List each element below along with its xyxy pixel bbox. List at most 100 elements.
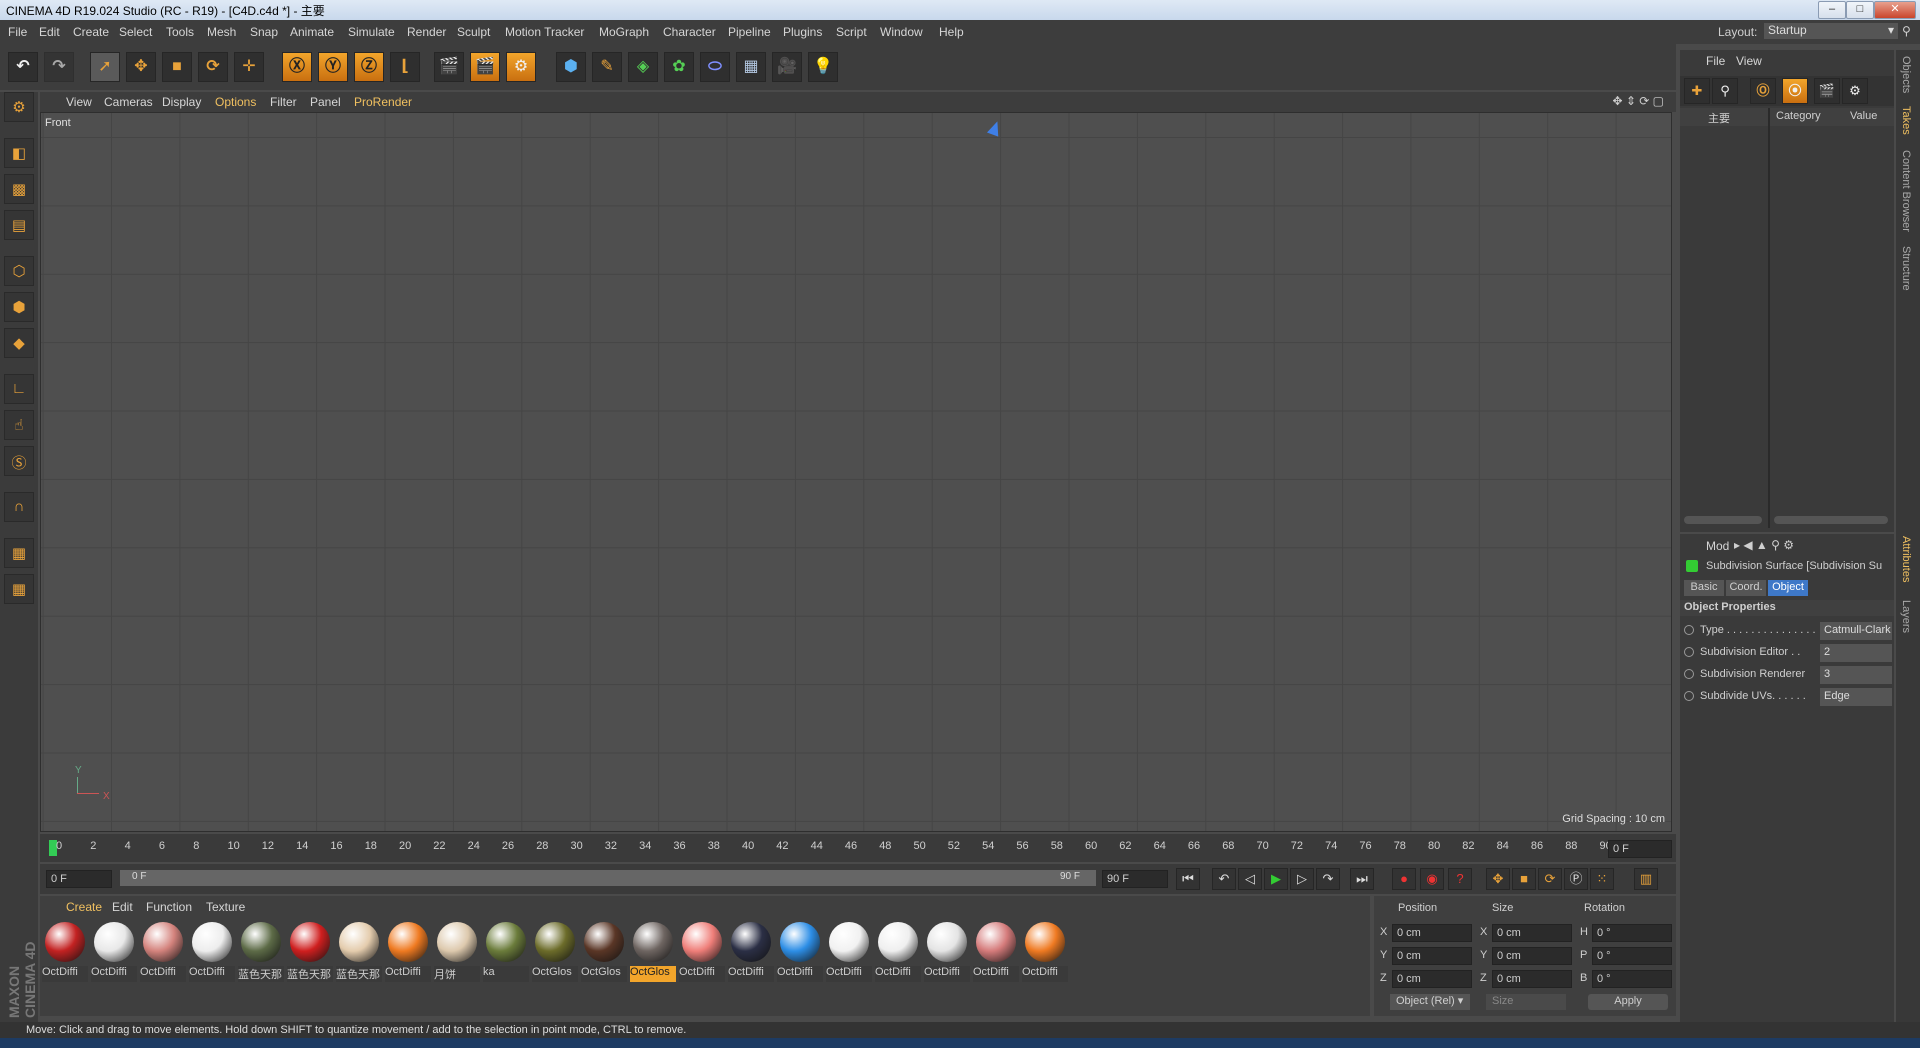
layout-dropdown[interactable]: Startup ▾: [1764, 23, 1898, 39]
attributes-mode-menu[interactable]: Mod: [1706, 539, 1729, 553]
material-swatch[interactable]: OctDiffi: [924, 922, 970, 984]
property-value[interactable]: Catmull-Clark: [1820, 622, 1892, 640]
animate-toggle-icon[interactable]: [1684, 669, 1694, 679]
menu-window[interactable]: Window: [880, 25, 923, 39]
viewport-menu-filter[interactable]: Filter: [270, 95, 297, 109]
position-field[interactable]: 0 cm: [1392, 970, 1472, 988]
axis-mode-icon[interactable]: ∟: [4, 374, 34, 404]
viewport-menu-options[interactable]: Options: [215, 95, 256, 109]
property-value[interactable]: Edge: [1820, 688, 1892, 706]
autokey-icon[interactable]: ◉: [1420, 868, 1444, 890]
size-field[interactable]: 0 cm: [1492, 924, 1572, 942]
transform-tool-button[interactable]: ✛: [234, 52, 264, 82]
tab-basic[interactable]: Basic: [1684, 580, 1724, 596]
move-tool-button[interactable]: ✥: [126, 52, 156, 82]
material-swatch[interactable]: 月饼: [434, 922, 480, 984]
link-icon[interactable]: ⚲: [1712, 78, 1738, 104]
select-tool-button[interactable]: ➚: [90, 52, 120, 82]
material-swatch[interactable]: OctDiffi: [973, 922, 1019, 984]
viewport-menu-cameras[interactable]: Cameras: [104, 95, 153, 109]
points-mode-icon[interactable]: ⬡: [4, 256, 34, 286]
material-swatch[interactable]: OctDiffi: [1022, 922, 1068, 984]
material-swatch[interactable]: ka: [483, 922, 529, 984]
range-slider[interactable]: 0 F 90 F: [120, 870, 1096, 886]
record-keys-icon[interactable]: ●: [1392, 868, 1416, 890]
rotate-tool-button[interactable]: ⟳: [198, 52, 228, 82]
coordinate-system-button[interactable]: ⌊: [390, 52, 420, 82]
render-picture-viewer-button[interactable]: 🎬: [470, 52, 500, 82]
model-mode-icon[interactable]: ◧: [4, 138, 34, 168]
size-field[interactable]: 0 cm: [1492, 947, 1572, 965]
go-to-start-button[interactable]: ⏮: [1176, 868, 1200, 890]
play-button[interactable]: ▶: [1264, 868, 1288, 890]
side-tab-attributes[interactable]: Attributes: [1900, 536, 1912, 582]
menu-script[interactable]: Script: [836, 25, 867, 39]
material-swatch[interactable]: OctDiffi: [91, 922, 137, 984]
material-swatch[interactable]: OctDiffi: [140, 922, 186, 984]
lock-workplane-icon[interactable]: ▦: [4, 538, 34, 568]
viewport-menu-prorender[interactable]: ProRender: [354, 95, 412, 109]
scale-tool-button[interactable]: ■: [162, 52, 192, 82]
materials-menu-edit[interactable]: Edit: [112, 900, 133, 914]
material-swatch[interactable]: OctDiffi: [189, 922, 235, 984]
material-swatch[interactable]: OctGlos: [581, 922, 627, 984]
material-swatch[interactable]: 蓝色天那: [238, 922, 284, 984]
rotation-field[interactable]: 0 °: [1592, 947, 1672, 965]
position-field[interactable]: 0 cm: [1392, 924, 1472, 942]
material-swatch[interactable]: OctDiffi: [875, 922, 921, 984]
object-tag-icon[interactable]: Ⓞ: [1750, 78, 1776, 104]
add-object-icon[interactable]: ✚: [1684, 78, 1710, 104]
menu-mesh[interactable]: Mesh: [207, 25, 236, 39]
coordinate-mode-dropdown[interactable]: Object (Rel) ▾: [1390, 994, 1470, 1010]
rotation-field[interactable]: 0 °: [1592, 924, 1672, 942]
maximize-button[interactable]: □: [1846, 1, 1874, 19]
objects-divider[interactable]: [1768, 108, 1770, 528]
key-parameter-icon[interactable]: Ⓟ: [1564, 868, 1588, 890]
menu-file[interactable]: File: [8, 25, 27, 39]
material-swatch[interactable]: OctDiffi: [385, 922, 431, 984]
timeline-ruler[interactable]: 0 2 4 6 8 10 12 14 16 18 20 22 24 26 28 30 32 34 36 38 40 42 4…: [40, 834, 1676, 862]
objects-menu-view[interactable]: View: [1736, 54, 1762, 68]
material-swatch[interactable]: OctDiffi: [777, 922, 823, 984]
front-viewport[interactable]: Front Y X Grid Spacing : 10 cm: [40, 112, 1672, 832]
side-tab-takes[interactable]: Takes: [1900, 106, 1912, 135]
size-mode-dropdown[interactable]: Size: [1486, 994, 1566, 1010]
viewport-nav-icons[interactable]: ✥ ⇕ ⟳ ▢: [1612, 94, 1664, 108]
animate-toggle-icon[interactable]: [1684, 691, 1694, 701]
animate-toggle-icon[interactable]: [1684, 647, 1694, 657]
texture-mode-icon[interactable]: ▩: [4, 174, 34, 204]
menu-tools[interactable]: Tools: [166, 25, 194, 39]
keyframe-selection-icon[interactable]: ?: [1448, 868, 1472, 890]
material-swatch[interactable]: OctGlos: [532, 922, 578, 984]
cloner-icon[interactable]: ✿: [664, 52, 694, 82]
material-swatch[interactable]: 蓝色天那: [336, 922, 382, 984]
minimize-button[interactable]: –: [1818, 1, 1846, 19]
material-swatch[interactable]: OctDiffi: [42, 922, 88, 984]
menu-motion-tracker[interactable]: Motion Tracker: [505, 25, 584, 39]
side-tab-layers[interactable]: Layers: [1900, 600, 1912, 633]
render-tag-icon[interactable]: 🎬: [1814, 78, 1840, 104]
cube-icon[interactable]: ⬢: [556, 52, 586, 82]
attributes-nav-icons[interactable]: ▸ ◀ ▲ ⚲ ⚙: [1734, 538, 1794, 552]
property-value[interactable]: 3: [1820, 666, 1892, 684]
end-frame-field[interactable]: 90 F: [1102, 870, 1168, 888]
side-tab-objects[interactable]: Objects: [1900, 56, 1912, 93]
workplane-icon[interactable]: ▤: [4, 210, 34, 240]
x-axis-lock-button[interactable]: Ⓧ: [282, 52, 312, 82]
rotation-field[interactable]: 0 °: [1592, 970, 1672, 988]
camera-icon[interactable]: 🎥: [772, 52, 802, 82]
menu-character[interactable]: Character: [663, 25, 716, 39]
materials-menu-create[interactable]: Create: [66, 900, 102, 914]
menu-help[interactable]: Help: [939, 25, 964, 39]
group-icon[interactable]: ⦿: [1782, 78, 1808, 104]
filter-icon[interactable]: ⚙: [1842, 78, 1868, 104]
tab-coord[interactable]: Coord.: [1726, 580, 1766, 596]
z-axis-lock-button[interactable]: Ⓩ: [354, 52, 384, 82]
menu-pipeline[interactable]: Pipeline: [728, 25, 771, 39]
next-frame-button[interactable]: ▷: [1290, 868, 1314, 890]
previous-frame-button[interactable]: ◁: [1238, 868, 1262, 890]
side-tab-structure[interactable]: Structure: [1900, 246, 1912, 291]
menu-simulate[interactable]: Simulate: [348, 25, 395, 39]
menu-sculpt[interactable]: Sculpt: [457, 25, 490, 39]
edges-mode-icon[interactable]: ⬢: [4, 292, 34, 322]
